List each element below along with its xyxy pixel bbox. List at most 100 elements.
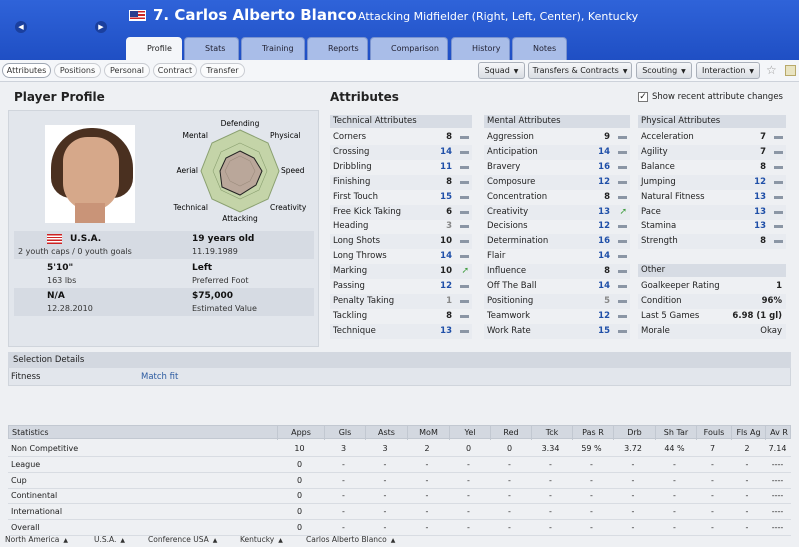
tab-stats[interactable]: Stats (184, 37, 239, 60)
add-note-icon[interactable] (785, 65, 796, 76)
stat-header-drb[interactable]: Drb (613, 426, 655, 440)
attribute-name: Positioning (487, 295, 534, 306)
stat-header-red[interactable]: Red (490, 426, 531, 440)
other-value: 1 (776, 281, 782, 291)
stat-header-av-r[interactable]: Av R (765, 426, 792, 440)
technical-attributes-header: Technical Attributes (330, 115, 472, 128)
dropdown-0[interactable]: Squad ▼ (478, 62, 525, 79)
attribute-value: 8 (604, 191, 610, 202)
attribute-row: Stamina 13 (638, 219, 786, 234)
stat-row: League 0- - - - - - - - - - - ---- (8, 457, 791, 473)
stat-cell: - (673, 507, 676, 517)
attribute-name: Tackling (333, 310, 368, 321)
tab-profile[interactable]: Profile (126, 37, 182, 60)
dropdown-label: Scouting (642, 66, 678, 75)
back-icon[interactable]: ◀ (15, 21, 27, 33)
subtab-attributes[interactable]: Attributes (2, 63, 51, 78)
trend-flat-icon (618, 240, 627, 244)
stat-header-fls-ag[interactable]: Fls Ag (731, 426, 765, 440)
trend-flat-icon (460, 285, 469, 288)
stat-header-apps[interactable]: Apps (277, 426, 324, 440)
attribute-row: Positioning 5 (484, 293, 630, 309)
breadcrumb-item[interactable]: U.S.A. ▲ (94, 535, 125, 544)
attribute-name: Concentration (487, 191, 548, 202)
show-recent-checkbox[interactable]: ✓ (638, 92, 648, 102)
radar-label: Attacking (222, 214, 258, 223)
trend-flat-icon (618, 285, 627, 288)
caps: 2 youth caps / 0 youth goals (18, 247, 132, 256)
tab-notes[interactable]: Notes (512, 37, 567, 60)
dropdown-2[interactable]: Scouting ▼ (636, 62, 692, 79)
attribute-name: Marking (333, 266, 368, 277)
stat-header-tck[interactable]: Tck (531, 426, 572, 440)
breadcrumb-item[interactable]: Conference USA ▲ (148, 535, 217, 544)
subtab-transfer[interactable]: Transfer (200, 63, 245, 78)
selection-title: Selection Details (8, 352, 791, 368)
attribute-name: Acceleration (641, 132, 694, 142)
other-row: Morale Okay (638, 323, 786, 339)
stat-header-yel[interactable]: Yel (449, 426, 490, 440)
subtab-positions[interactable]: Positions (54, 63, 101, 78)
dropdown-3[interactable]: Interaction ▼ (696, 62, 760, 79)
player-photo (45, 125, 135, 223)
stat-header-statistics[interactable]: Statistics (9, 426, 277, 440)
tab-comparison[interactable]: Comparison (370, 37, 448, 60)
breadcrumb-label: Carlos Alberto Blanco (306, 535, 387, 544)
tab-reports[interactable]: Reports (307, 37, 368, 60)
attribute-name: Pace (641, 206, 661, 217)
attribute-value: 3 (446, 221, 452, 232)
stat-cell: - (631, 523, 635, 532)
forward-icon[interactable]: ▶ (95, 21, 107, 33)
stat-cell: - (673, 523, 676, 532)
other-row: Goalkeeper Rating 1 (638, 279, 786, 294)
breadcrumb-label: U.S.A. (94, 535, 117, 544)
tab-training[interactable]: Training (241, 37, 305, 60)
breadcrumb-item[interactable]: North America ▲ (5, 535, 68, 544)
stat-header-fouls[interactable]: Fouls (696, 426, 731, 440)
trend-flat-icon (618, 270, 627, 274)
stat-cell: - (383, 459, 387, 469)
attribute-row: Natural Fitness 13 (638, 190, 786, 205)
stat-cell: - (342, 491, 345, 501)
other-value: 6.98 (1 gl) (732, 310, 782, 321)
chevron-down-icon: ▼ (622, 68, 628, 75)
stat-header-gls[interactable]: Gls (324, 426, 365, 440)
stat-cell: - (673, 475, 676, 485)
breadcrumb-item[interactable]: Kentucky ▲ (240, 535, 283, 544)
attribute-value: 14 (598, 281, 610, 291)
stat-cell: - (508, 507, 511, 517)
attribute-row: Finishing 8 (330, 174, 472, 190)
trend-flat-icon (460, 210, 469, 214)
statistics-header: Statistics Apps Gls Asts MoM Yel Red Tck Pas R Dr… (8, 425, 792, 440)
show-recent-label: Show recent attribute changes (652, 92, 783, 102)
attribute-row: Penalty Taking 1 (330, 293, 472, 309)
stat-header-mom[interactable]: MoM (407, 426, 449, 440)
trend-flat-icon (618, 150, 627, 154)
attribute-name: Jumping (641, 176, 676, 187)
trend-flat-icon (618, 165, 627, 169)
breadcrumb-item[interactable]: Carlos Alberto Blanco ▲ (306, 535, 395, 544)
attribute-name: Work Rate (487, 325, 531, 336)
attribute-value: 14 (440, 146, 452, 157)
stat-row: International 0- - - - - - - - - - - ---- (8, 504, 791, 521)
subtab-personal[interactable]: Personal (104, 63, 150, 78)
stat-header-pas-r[interactable]: Pas R (572, 426, 613, 440)
tab-history[interactable]: History (451, 37, 510, 60)
attribute-row: Creativity 13 ➚ (484, 204, 630, 220)
estimated-value-label: Estimated Value (192, 304, 257, 313)
stat-cell: - (631, 507, 635, 517)
dropdown-1[interactable]: Transfers & Contracts ▼ (528, 62, 632, 79)
other-name: Morale (641, 325, 670, 336)
stat-cell: 0 (506, 444, 513, 453)
attribute-name: Long Throws (333, 251, 387, 262)
subtab-contract[interactable]: Contract (153, 63, 197, 78)
sub-toolbar: Attributes Positions Personal Contract Trans… (0, 60, 799, 82)
stat-header-asts[interactable]: Asts (365, 426, 407, 440)
attribute-row: Long Shots 10 (330, 234, 472, 250)
star-icon[interactable]: ☆ (766, 63, 777, 77)
trend-flat-icon (774, 240, 783, 244)
attribute-value: 8 (760, 236, 766, 247)
fitness-label: Fitness (11, 372, 41, 382)
stat-header-sh-tar[interactable]: Sh Tar (655, 426, 696, 440)
chevron-up-icon: ▲ (278, 537, 283, 544)
